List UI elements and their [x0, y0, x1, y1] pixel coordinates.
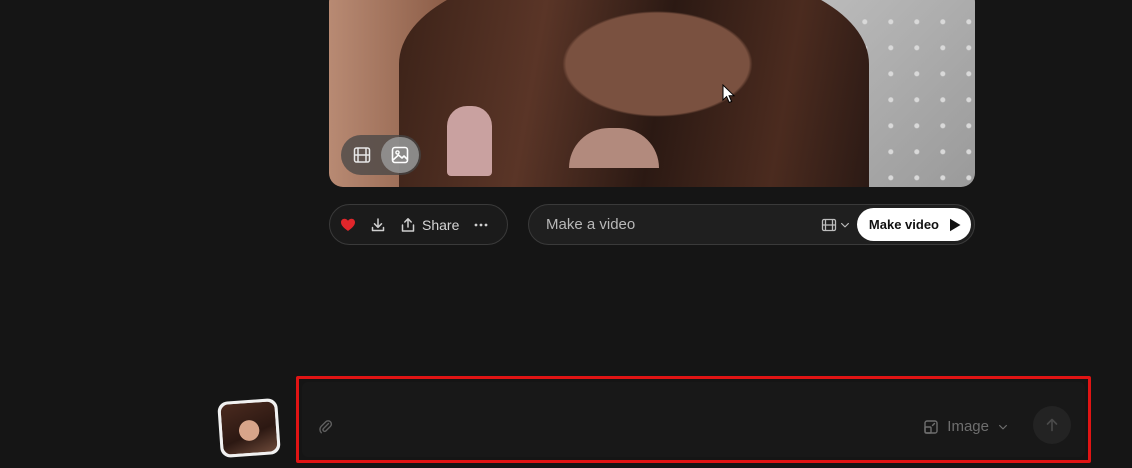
generation-mode-dropdown[interactable]: Image — [923, 418, 1009, 435]
film-icon — [353, 147, 371, 163]
arrow-up-icon — [1046, 418, 1058, 432]
more-horizontal-icon — [474, 223, 488, 226]
video-mode-dropdown[interactable] — [821, 217, 851, 233]
attach-button[interactable] — [318, 419, 334, 435]
make-video-button[interactable]: Make video — [856, 208, 971, 241]
generated-image[interactable] — [329, 0, 975, 187]
like-button[interactable] — [340, 217, 356, 233]
play-icon — [950, 218, 961, 231]
image-content — [329, 0, 975, 187]
video-prompt-input[interactable] — [529, 205, 821, 244]
image-actions-bar: Share — [329, 204, 508, 245]
paperclip-icon — [319, 420, 333, 434]
image-mode-icon — [924, 419, 938, 434]
send-button[interactable] — [1033, 406, 1071, 444]
mode-label: Image — [947, 418, 989, 435]
download-button[interactable] — [370, 217, 386, 233]
share-button[interactable]: Share — [400, 217, 459, 233]
prompt-input[interactable] — [344, 413, 924, 441]
chevron-down-icon — [840, 222, 849, 227]
share-icon — [401, 217, 415, 232]
heart-icon — [341, 218, 355, 231]
chat-page: Share Make video — [0, 0, 1132, 468]
share-label: Share — [422, 216, 460, 233]
message-composer: Image — [302, 382, 1085, 457]
video-prompt-bar: Make video — [528, 204, 975, 245]
image-icon — [391, 146, 409, 164]
more-options-button[interactable] — [473, 217, 489, 233]
image-view-button[interactable] — [381, 137, 419, 173]
make-video-label: Make video — [868, 217, 939, 232]
download-icon — [371, 217, 385, 231]
avatar-image — [220, 401, 278, 455]
film-icon — [821, 218, 837, 231]
video-view-button[interactable] — [343, 137, 381, 173]
mouse-cursor-icon — [722, 84, 736, 104]
chevron-down-icon — [999, 424, 1007, 429]
avatar[interactable] — [217, 397, 281, 459]
media-type-toggle — [341, 135, 421, 175]
